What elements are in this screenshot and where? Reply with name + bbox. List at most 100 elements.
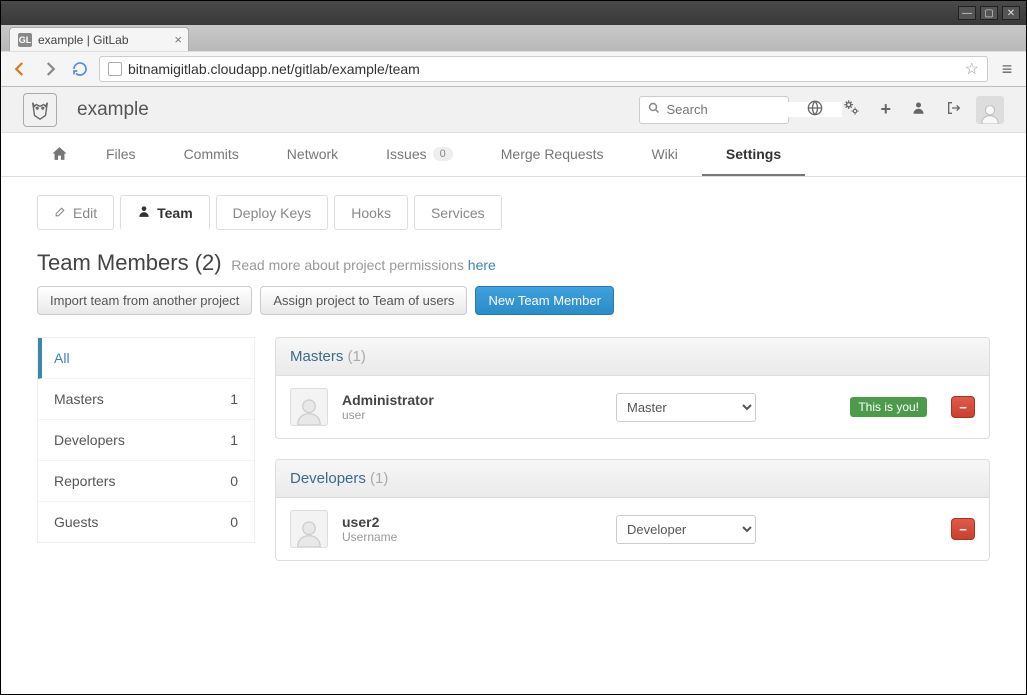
role-filter-list: All Masters 1 Developers 1 Reporters 0	[37, 337, 255, 543]
remove-member-button[interactable]: −	[951, 518, 975, 540]
filter-all[interactable]: All	[38, 338, 254, 379]
filter-label: Reporters	[54, 473, 115, 489]
header-search[interactable]	[639, 96, 789, 124]
nav-home[interactable]	[37, 133, 82, 176]
filter-count: 0	[230, 473, 238, 489]
header-icons: +	[807, 99, 962, 120]
project-nav: Files Commits Network Issues0 Merge Requ…	[1, 133, 1026, 177]
browser-url-bar[interactable]: ☆	[99, 56, 988, 82]
window-minimize-button[interactable]: —	[958, 6, 976, 20]
member-username: user	[342, 408, 602, 422]
gitlab-logo[interactable]	[23, 93, 57, 127]
assign-team-button[interactable]: Assign project to Team of users	[260, 286, 467, 315]
panel-count: (1)	[370, 470, 388, 487]
member-info: Administrator user	[342, 392, 602, 422]
browser-tab[interactable]: GL example | GitLab ×	[9, 27, 189, 51]
subtab-services[interactable]: Services	[414, 195, 502, 230]
page-title: Team Members	[37, 250, 189, 275]
filter-count: 0	[230, 514, 238, 530]
subtab-services-label: Services	[431, 205, 485, 221]
nav-issues[interactable]: Issues0	[362, 133, 477, 176]
project-title: example	[77, 99, 639, 121]
filter-label: All	[54, 350, 70, 366]
plus-icon[interactable]: +	[880, 99, 891, 120]
bookmark-star-icon[interactable]: ☆	[965, 59, 979, 79]
page-content: example +	[1, 87, 1026, 694]
import-team-button[interactable]: Import team from another project	[37, 286, 252, 315]
filter-guests[interactable]: Guests 0	[38, 502, 254, 542]
minus-icon: −	[959, 400, 967, 415]
edit-icon	[54, 205, 67, 221]
subtab-deploy-keys-label: Deploy Keys	[233, 205, 312, 221]
window-close-button[interactable]: ✕	[1002, 6, 1020, 20]
signout-icon[interactable]	[946, 100, 962, 120]
window-maximize-button[interactable]: ▢	[980, 6, 998, 20]
member-name[interactable]: user2	[342, 514, 602, 530]
filter-label: Masters	[54, 391, 104, 407]
search-icon	[648, 102, 660, 117]
member-row: user2 Username Developer	[290, 510, 975, 548]
browser-tabstrip: GL example | GitLab ×	[1, 25, 1026, 51]
tab-close-icon[interactable]: ×	[174, 32, 182, 47]
browser-chrome: GL example | GitLab × ☆ ≡	[1, 25, 1026, 87]
settings-subtabs: Edit Team Deploy Keys Hooks Services	[37, 195, 990, 230]
main-columns: All Masters 1 Developers 1 Reporters 0	[37, 337, 990, 561]
member-username: Username	[342, 530, 602, 544]
permissions-link[interactable]: here	[468, 257, 496, 273]
member-count: (2)	[195, 250, 222, 275]
browser-reload-button[interactable]	[69, 58, 91, 80]
subtab-hooks[interactable]: Hooks	[334, 195, 408, 230]
minus-icon: −	[959, 522, 967, 537]
filter-label: Developers	[54, 432, 125, 448]
globe-icon[interactable]	[807, 100, 823, 120]
page-icon	[108, 62, 122, 76]
user-icon[interactable]	[911, 100, 926, 119]
browser-back-button[interactable]	[9, 58, 31, 80]
subtab-hooks-label: Hooks	[351, 205, 391, 221]
content-area: Edit Team Deploy Keys Hooks Services Tea…	[1, 177, 1026, 601]
member-name[interactable]: Administrator	[342, 392, 602, 408]
panel-title: Developers	[290, 470, 366, 487]
panel-head: Masters (1)	[276, 338, 989, 376]
member-role-select[interactable]: Master	[616, 393, 756, 422]
nav-merge-requests[interactable]: Merge Requests	[477, 133, 628, 176]
member-avatar	[290, 388, 328, 426]
member-row: Administrator user Master This is you!	[290, 388, 975, 426]
nav-settings[interactable]: Settings	[702, 133, 805, 176]
gears-icon[interactable]	[843, 99, 860, 120]
member-info: user2 Username	[342, 514, 602, 544]
subtab-edit[interactable]: Edit	[37, 195, 114, 230]
subtab-team[interactable]: Team	[120, 195, 210, 230]
panel-body: user2 Username Developer	[276, 498, 989, 560]
subtab-deploy-keys[interactable]: Deploy Keys	[216, 195, 329, 230]
user-avatar[interactable]	[976, 96, 1004, 124]
filter-count: 1	[230, 391, 238, 407]
member-panels: Masters (1) Administrator user	[275, 337, 990, 561]
subtab-edit-label: Edit	[73, 205, 97, 221]
filter-label: Guests	[54, 514, 98, 530]
filter-reporters[interactable]: Reporters 0	[38, 461, 254, 502]
panel-developers: Developers (1) user2 Username	[275, 459, 990, 561]
gitlab-header: example +	[1, 87, 1026, 133]
browser-url-input[interactable]	[128, 61, 959, 77]
window-titlebar: — ▢ ✕	[1, 1, 1026, 25]
filter-developers[interactable]: Developers 1	[38, 420, 254, 461]
os-window: — ▢ ✕ GL example | GitLab × ☆	[0, 0, 1027, 695]
action-buttons: Import team from another project Assign …	[37, 286, 614, 315]
browser-forward-button[interactable]	[39, 58, 61, 80]
nav-network[interactable]: Network	[263, 133, 362, 176]
member-role-select[interactable]: Developer	[616, 515, 756, 544]
remove-member-button[interactable]: −	[951, 396, 975, 418]
browser-menu-icon[interactable]: ≡	[996, 59, 1018, 80]
this-is-you-badge: This is you!	[850, 397, 927, 417]
page-heading-row: Team Members (2) Read more about project…	[37, 250, 990, 315]
nav-commits[interactable]: Commits	[160, 133, 263, 176]
panel-title: Masters	[290, 348, 343, 365]
member-role-select-wrap: Master	[616, 393, 756, 422]
filter-masters[interactable]: Masters 1	[38, 379, 254, 420]
page-heading: Team Members (2) Read more about project…	[37, 250, 496, 276]
nav-files[interactable]: Files	[82, 133, 160, 176]
nav-wiki[interactable]: Wiki	[627, 133, 701, 176]
new-team-member-button[interactable]: New Team Member	[475, 286, 613, 315]
subtab-team-label: Team	[157, 205, 193, 221]
